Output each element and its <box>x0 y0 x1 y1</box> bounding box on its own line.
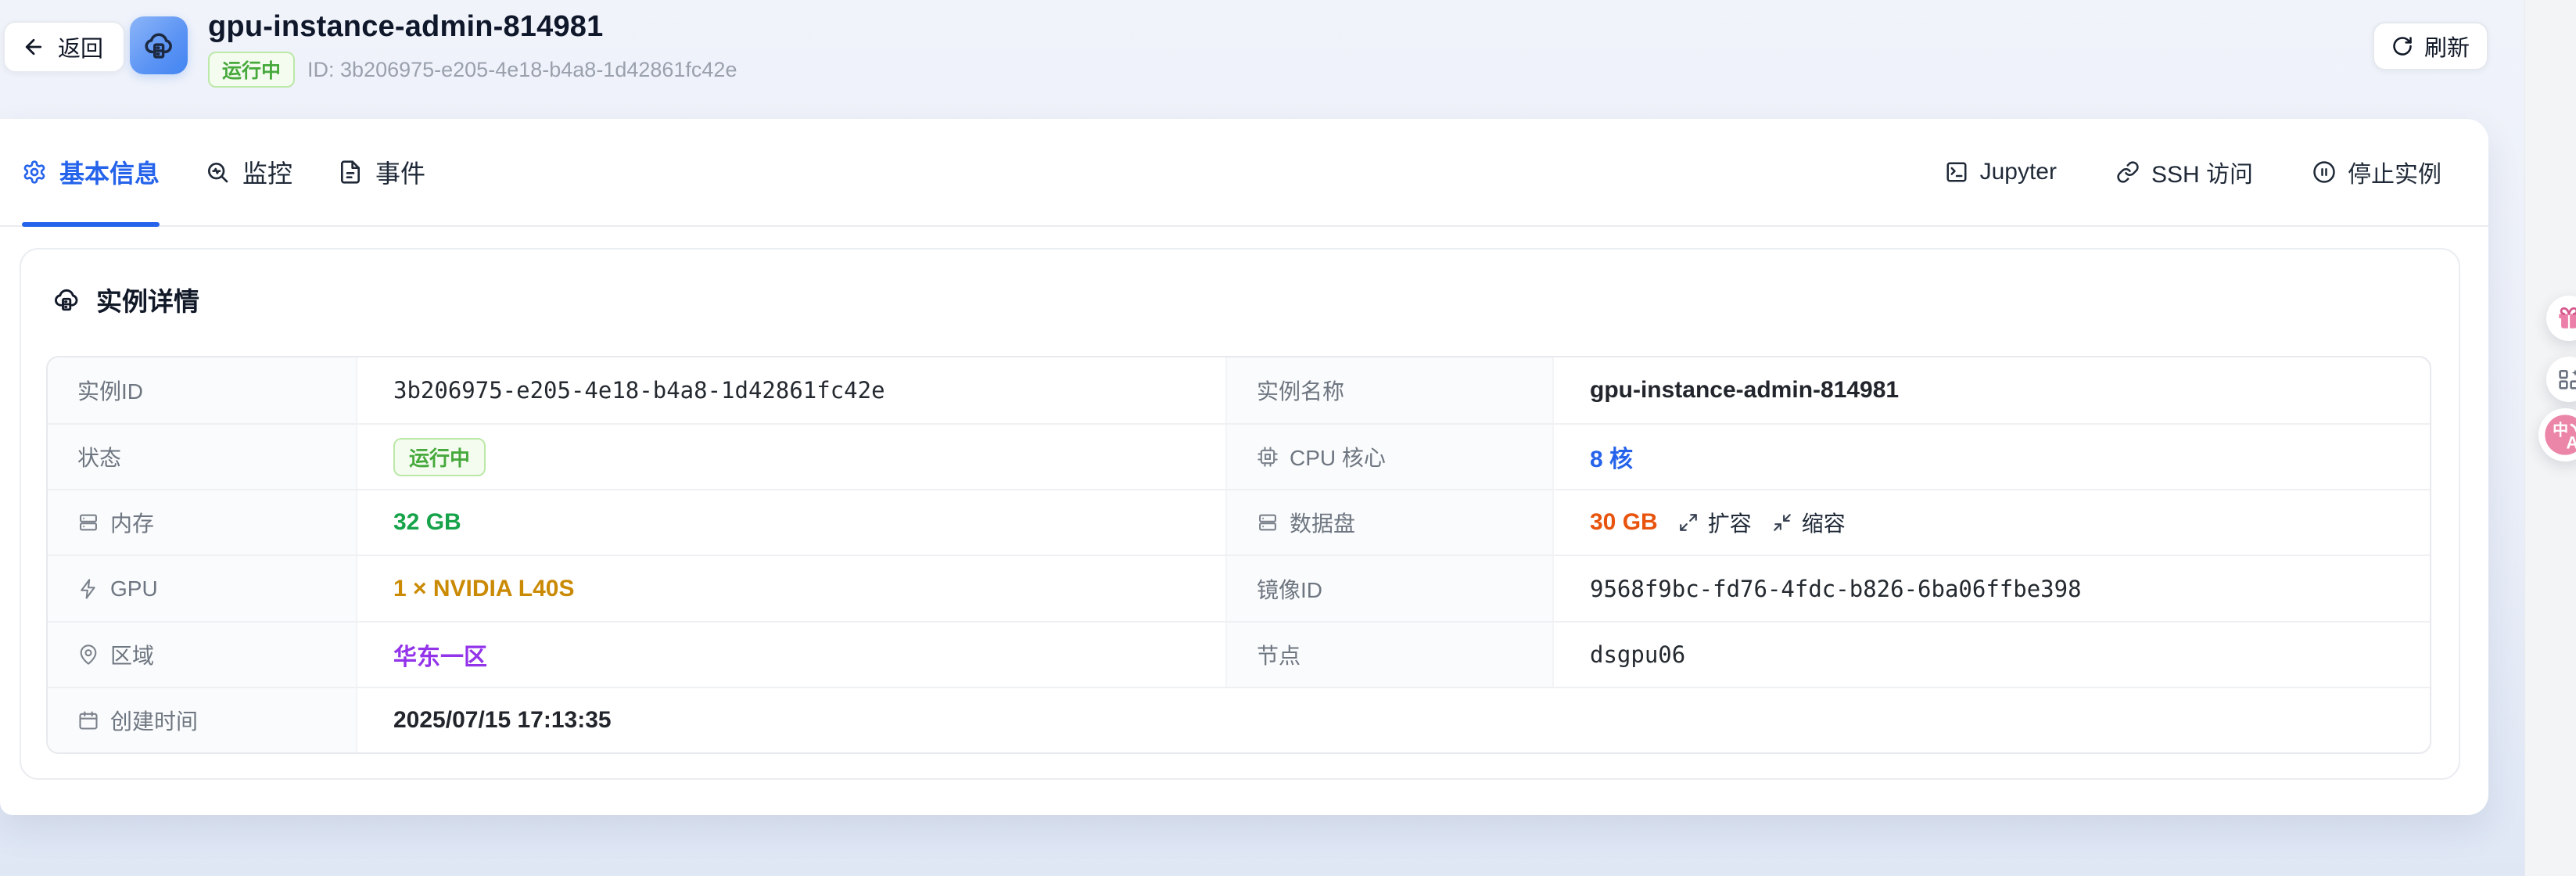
action-label: 停止实例 <box>2348 155 2441 189</box>
tab-events[interactable]: 事件 <box>338 119 425 225</box>
action-label: Jupyter <box>1980 159 2057 185</box>
field-label-data-disk: 数据盘 <box>1225 489 1554 555</box>
page-title: gpu-instance-admin-814981 <box>208 10 737 44</box>
action-label: SSH 访问 <box>2151 155 2253 189</box>
card-title: 实例详情 <box>96 281 199 318</box>
disk-icon <box>1257 512 1279 533</box>
tab-bar: 基本信息 监控 事件 <box>0 119 2488 227</box>
cloud-server-icon <box>52 285 81 314</box>
link-icon <box>2116 160 2140 184</box>
expand-disk-button[interactable]: 扩容 <box>1678 507 1752 538</box>
field-label-instance-name: 实例名称 <box>1225 357 1554 423</box>
field-value-instance-id: 3b206975-e205-4e18-b4a8-1d42861fc42e <box>357 357 1225 423</box>
instance-detail-card: 实例详情 实例ID 3b206975-e205-4e18-b4a8-1d4286… <box>20 248 2460 780</box>
shrink-disk-button[interactable]: 缩容 <box>1772 507 1846 538</box>
field-value-data-disk: 30 GB 扩容 缩容 <box>1554 489 2430 555</box>
field-label-memory: 内存 <box>48 489 357 555</box>
instance-avatar <box>130 16 188 74</box>
refresh-button[interactable]: 刷新 <box>2373 22 2488 70</box>
apps-sparkle-icon <box>2556 367 2576 392</box>
field-label-region: 区域 <box>48 621 357 687</box>
cloud-server-icon <box>142 29 175 62</box>
field-value-created: 2025/07/15 17:13:35 <box>357 687 2430 752</box>
memory-icon <box>77 512 99 533</box>
translate-floating-button[interactable]: 中 A <box>2538 408 2576 461</box>
field-value-image-id: 9568f9bc-fd76-4fdc-b826-6ba06ffbe398 <box>1554 555 2430 620</box>
jupyter-button[interactable]: Jupyter <box>1945 159 2057 185</box>
instance-id-text: ID: 3b206975-e205-4e18-b4a8-1d42861fc42e <box>307 58 737 82</box>
map-pin-icon <box>77 644 99 666</box>
field-label-instance-id: 实例ID <box>48 357 357 423</box>
field-value-cpu: 8 核 <box>1554 423 2430 489</box>
field-value-region: 华东一区 <box>357 621 1225 687</box>
status-badge: 运行中 <box>393 438 486 476</box>
back-button[interactable]: 返回 <box>3 21 125 73</box>
cpu-chip-icon <box>1257 446 1279 468</box>
tab-monitoring[interactable]: 监控 <box>205 119 292 225</box>
tab-basic-info[interactable]: 基本信息 <box>22 119 160 225</box>
field-label-gpu: GPU <box>48 555 357 620</box>
field-value-gpu: 1 × NVIDIA L40S <box>357 555 1225 620</box>
stop-instance-button[interactable]: 停止实例 <box>2312 155 2441 189</box>
field-value-memory: 32 GB <box>357 489 1225 555</box>
status-badge: 运行中 <box>208 52 295 88</box>
refresh-icon <box>2391 35 2413 57</box>
document-icon <box>338 160 363 185</box>
gift-icon <box>2556 305 2576 332</box>
detail-table: 实例ID 3b206975-e205-4e18-b4a8-1d42861fc42… <box>46 356 2431 754</box>
field-value-instance-name: gpu-instance-admin-814981 <box>1554 357 2430 423</box>
main-panel: 基本信息 监控 事件 <box>0 119 2488 815</box>
tab-label: 监控 <box>242 154 292 190</box>
gear-icon <box>22 160 47 185</box>
tab-label: 事件 <box>375 154 425 190</box>
calendar-icon <box>77 709 99 731</box>
monitor-search-icon <box>205 160 230 185</box>
zap-icon <box>77 578 99 600</box>
svg-text:A: A <box>2566 433 2576 452</box>
shrink-icon <box>1772 512 1792 533</box>
field-value-node: dsgpu06 <box>1554 621 2430 687</box>
expand-icon <box>1678 512 1699 533</box>
title-block: gpu-instance-admin-814981 运行中 ID: 3b2069… <box>208 10 737 88</box>
field-label-image-id: 镜像ID <box>1225 555 1554 620</box>
refresh-label: 刷新 <box>2424 30 2470 63</box>
field-label-created: 创建时间 <box>48 687 357 752</box>
ssh-access-button[interactable]: SSH 访问 <box>2116 155 2253 189</box>
arrow-left-icon <box>22 35 45 59</box>
field-label-cpu: CPU 核心 <box>1225 423 1554 489</box>
disk-size-value: 30 GB <box>1590 509 1658 536</box>
pause-circle-icon <box>2312 160 2336 184</box>
field-label-node: 节点 <box>1225 621 1554 687</box>
translate-icon: 中 A <box>2543 413 2576 457</box>
back-label: 返回 <box>58 31 103 63</box>
page-header: 返回 gpu-instance-admin-814981 运行中 ID: 3b2… <box>0 0 2576 119</box>
terminal-icon <box>1945 160 1968 184</box>
tab-label: 基本信息 <box>59 154 160 190</box>
field-value-status: 运行中 <box>357 423 1225 489</box>
field-label-status: 状态 <box>48 423 357 489</box>
